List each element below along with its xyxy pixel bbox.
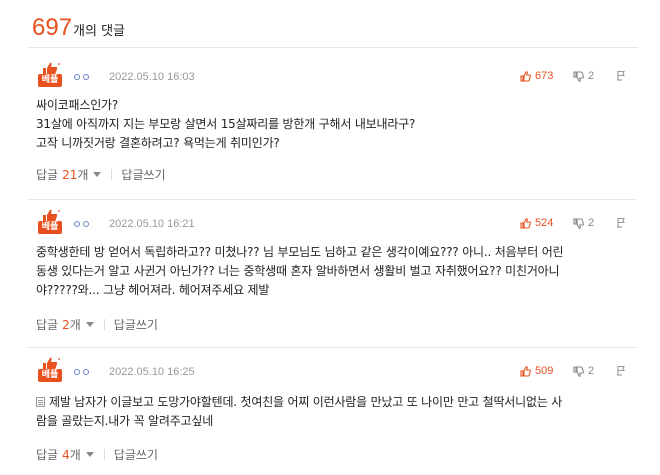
comment-count-suffix: 개의 댓글: [73, 24, 126, 39]
comment-line: 람을 골랐는지.내가 꼭 알려주고싶네: [36, 414, 214, 428]
like-button[interactable]: 509: [520, 365, 553, 377]
dislike-icon: [573, 217, 584, 229]
reply-count: 2: [62, 317, 70, 332]
dislike-icon: [573, 70, 584, 82]
comment-divider: [28, 199, 636, 200]
comment-line: 싸이코패스인가?: [36, 98, 119, 112]
user-dot-icon: [74, 369, 80, 375]
user-indicator: [74, 221, 89, 227]
chevron-down-icon: [85, 322, 94, 327]
comment-body: 중학생한테 방 얻어서 독립하라고?? 미쳤나?? 님 부모님도 님하고 같은 …: [36, 243, 626, 300]
best-badge: 베플: [38, 62, 64, 90]
reply-label: 답글: [36, 448, 59, 462]
chevron-down-icon: [85, 452, 94, 457]
best-badge-label: 베플: [38, 221, 62, 234]
user-indicator: [74, 369, 89, 375]
comment-line: 고작 니까짓거랑 결혼하려고? 욕먹는게 취미인가?: [36, 136, 280, 150]
user-dot-icon: [83, 369, 89, 375]
action-divider: [111, 169, 113, 180]
best-badge: 베플: [38, 209, 64, 237]
reply-toggle[interactable]: 답글 21 개: [36, 166, 102, 183]
write-reply-link[interactable]: 답글쓰기: [121, 166, 165, 183]
comment-date: 2022.05.10 16:21: [109, 218, 195, 230]
comment-date: 2022.05.10 16:25: [109, 366, 195, 378]
best-badge-label: 베플: [38, 74, 62, 87]
action-divider: [103, 449, 105, 460]
reply-label: 답글: [36, 318, 59, 332]
comment-divider: [28, 347, 636, 348]
like-count: 673: [535, 70, 554, 82]
comment-count: 697: [32, 14, 73, 41]
comment-actions: 답글 2 개 답글쓰기: [36, 316, 158, 333]
chevron-down-icon: [93, 172, 102, 177]
reply-unit: 개: [69, 318, 81, 332]
comment-line-text: 제발 남자가 이글보고 도망가야할텐데. 첫여친을 어찌 이런사람을 만났고 또…: [49, 395, 563, 409]
reply-count: 21: [62, 167, 78, 182]
dislike-count: 2: [588, 70, 595, 82]
like-icon: [520, 217, 531, 229]
comment-line: 동생 있다는거 알고 사귄거 아닌가?? 너는 중학생때 혼자 알바하면서 생활…: [36, 264, 560, 278]
comment-line: 제발 남자가 이글보고 도망가야할텐데. 첫여친을 어찌 이런사람을 만났고 또…: [36, 393, 626, 412]
dislike-button[interactable]: 2: [573, 70, 594, 82]
action-divider: [103, 319, 105, 330]
comment-actions: 답글 4 개 답글쓰기: [36, 446, 158, 463]
report-icon[interactable]: [616, 217, 627, 228]
report-icon[interactable]: [616, 70, 627, 81]
user-dot-icon: [83, 221, 89, 227]
like-icon: [520, 70, 531, 82]
comment-line: 야?????와... 그냥 헤어져라. 헤어져주세요 제발: [36, 283, 270, 297]
write-reply-link[interactable]: 답글쓰기: [114, 316, 158, 333]
like-icon: [520, 365, 531, 377]
best-badge-label: 베플: [38, 369, 62, 382]
reply-count: 4: [62, 447, 70, 462]
reply-toggle[interactable]: 답글 2 개: [36, 316, 94, 333]
reply-unit: 개: [69, 448, 81, 462]
header-divider: [28, 47, 638, 48]
report-icon[interactable]: [616, 365, 627, 376]
comment-actions: 답글 21 개 답글쓰기: [36, 166, 166, 183]
comment-line: 31살에 아직까지 지는 부모랑 살면서 15살짜리를 방한개 구해서 내보내라…: [36, 117, 416, 131]
user-dot-icon: [83, 74, 89, 80]
best-badge: 베플: [38, 357, 64, 385]
document-icon: [36, 397, 45, 407]
dislike-button[interactable]: 2: [573, 217, 594, 229]
reply-toggle[interactable]: 답글 4 개: [36, 446, 94, 463]
comment-meta: 베플 2022.05.10 16:25 509 2: [36, 357, 636, 387]
like-count: 524: [535, 217, 554, 229]
dislike-icon: [573, 365, 584, 377]
user-indicator: [74, 74, 89, 80]
comment-count-header: 697 개의 댓글: [32, 14, 125, 44]
like-button[interactable]: 673: [520, 70, 553, 82]
reply-label: 답글: [36, 168, 59, 182]
comment-body: 싸이코패스인가? 31살에 아직까지 지는 부모랑 살면서 15살짜리를 방한개…: [36, 96, 626, 153]
reply-unit: 개: [77, 168, 89, 182]
like-button[interactable]: 524: [520, 217, 553, 229]
dislike-count: 2: [588, 365, 595, 377]
write-reply-link[interactable]: 답글쓰기: [114, 446, 158, 463]
like-count: 509: [535, 365, 554, 377]
dislike-count: 2: [588, 217, 595, 229]
comment-date: 2022.05.10 16:03: [109, 71, 195, 83]
user-dot-icon: [74, 221, 80, 227]
comment-meta: 베플 2022.05.10 16:21 524 2: [36, 209, 636, 239]
dislike-button[interactable]: 2: [573, 365, 594, 377]
comment-meta: 베플 2022.05.10 16:03 673 2: [36, 62, 636, 92]
user-dot-icon: [74, 74, 80, 80]
comment-line: 중학생한테 방 얻어서 독립하라고?? 미쳤나?? 님 부모님도 님하고 같은 …: [36, 245, 564, 259]
comment-body: 제발 남자가 이글보고 도망가야할텐데. 첫여친을 어찌 이런사람을 만났고 또…: [36, 393, 626, 431]
